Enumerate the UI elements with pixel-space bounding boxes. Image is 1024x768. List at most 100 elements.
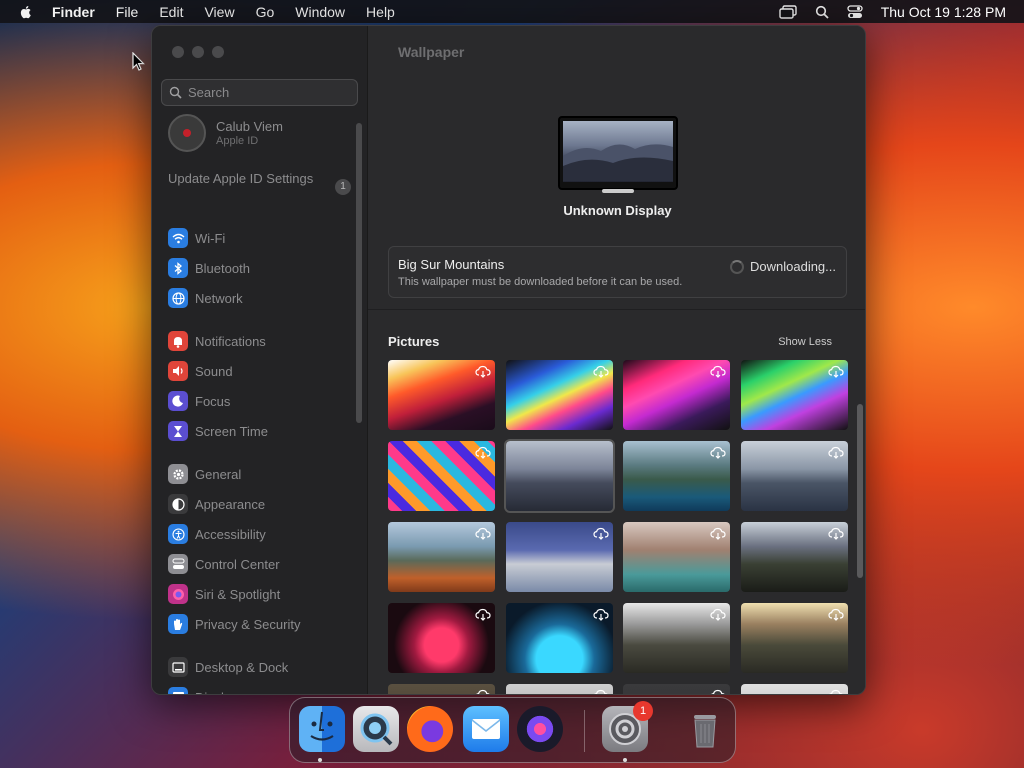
- bluetooth-icon: [168, 258, 188, 278]
- wallpaper-note: This wallpaper must be downloaded before…: [398, 276, 683, 288]
- wallpaper-thumbnail[interactable]: [740, 684, 848, 694]
- sidebar-item-screen-time[interactable]: Screen Time: [168, 416, 348, 446]
- sidebar-item-bluetooth[interactable]: Bluetooth: [168, 253, 348, 283]
- dock-trash[interactable]: [682, 706, 728, 752]
- wallpaper-thumbnail[interactable]: [505, 360, 613, 430]
- wallpaper-thumbnail[interactable]: [740, 522, 848, 592]
- menu-app-name[interactable]: Finder: [52, 4, 95, 20]
- sidebar-item-label: Focus: [195, 393, 231, 409]
- search-input[interactable]: [188, 85, 348, 100]
- sidebar-item-general[interactable]: General: [168, 459, 348, 489]
- apple-id-profile[interactable]: Calub Viem Apple ID: [168, 114, 283, 152]
- close-window-button[interactable]: [172, 46, 184, 58]
- sidebar-item-label: Appearance: [195, 496, 266, 512]
- menu-clock[interactable]: Thu Oct 19 1:28 PM: [881, 4, 1006, 20]
- download-status-label: Downloading...: [750, 259, 836, 274]
- dock-separator: [584, 710, 585, 752]
- screen-mirroring-icon[interactable]: [779, 4, 797, 19]
- dock-firefox[interactable]: [407, 706, 453, 752]
- cloud-download-icon: [592, 525, 609, 544]
- menu-help[interactable]: Help: [366, 4, 395, 20]
- sidebar-item-label: Wi-Fi: [195, 230, 226, 246]
- wallpaper-thumbnail[interactable]: [505, 684, 613, 694]
- profile-name: Calub Viem: [216, 119, 283, 134]
- cloud-download-icon: [475, 525, 491, 544]
- cloud-download-icon: [710, 525, 726, 544]
- wallpaper-thumbnail[interactable]: [740, 603, 848, 673]
- wallpaper-thumbnail[interactable]: [505, 522, 613, 592]
- sidebar-item-accessibility[interactable]: Accessibility: [168, 519, 348, 549]
- pictures-section-title: Pictures: [388, 334, 440, 349]
- dock-siri[interactable]: [517, 706, 563, 752]
- display-icon: [168, 687, 188, 694]
- wallpaper-thumbnail[interactable]: [388, 684, 495, 694]
- cloud-download-icon: [710, 444, 726, 463]
- menu-edit[interactable]: Edit: [159, 4, 183, 20]
- sidebar-item-appearance[interactable]: Appearance: [168, 489, 348, 519]
- wallpaper-thumbnail[interactable]: [623, 441, 730, 511]
- dock-finder[interactable]: [299, 706, 345, 752]
- sidebar-scrollbar[interactable]: [356, 123, 362, 423]
- gear-icon: [168, 464, 188, 484]
- dock: 1: [289, 697, 736, 763]
- dock-icon: [168, 657, 188, 677]
- sidebar-item-label: Desktop & Dock: [195, 659, 289, 675]
- cloud-download-icon: [475, 444, 491, 463]
- wallpaper-thumbnail[interactable]: [503, 439, 615, 513]
- wallpaper-grid: [388, 360, 848, 694]
- wallpaper-thumbnail[interactable]: [388, 522, 495, 592]
- sidebar-item-wi-fi[interactable]: Wi-Fi: [168, 223, 348, 253]
- sidebar-item-sound[interactable]: Sound: [168, 356, 348, 386]
- sidebar-nav: Wi-Fi Bluetooth Network Notifications Sound F…: [168, 223, 348, 694]
- cloud-download-icon: [710, 687, 726, 694]
- zoom-window-button[interactable]: [212, 46, 224, 58]
- system-settings-window: Calub Viem Apple ID Update Apple ID Sett…: [151, 25, 866, 695]
- page-title: Wallpaper: [398, 44, 465, 60]
- wallpaper-thumbnail[interactable]: [623, 684, 730, 694]
- wallpaper-name: Big Sur Mountains: [398, 257, 505, 272]
- hourglass-icon: [168, 421, 188, 441]
- sidebar-item-siri-spotlight[interactable]: Siri & Spotlight: [168, 579, 348, 609]
- spotlight-search-icon[interactable]: [815, 5, 829, 19]
- sidebar-item-network[interactable]: Network: [168, 283, 348, 313]
- update-apple-id-item[interactable]: Update Apple ID Settings 1: [168, 171, 351, 195]
- wallpaper-thumbnail[interactable]: [505, 603, 613, 673]
- apple-menu-icon[interactable]: [18, 4, 34, 20]
- sidebar-item-privacy-security[interactable]: Privacy & Security: [168, 609, 348, 639]
- menu-view[interactable]: View: [204, 4, 234, 20]
- control-center-icon[interactable]: [847, 4, 863, 19]
- wallpaper-thumbnail[interactable]: [388, 360, 495, 430]
- dock-quicktime[interactable]: [353, 706, 399, 752]
- dock-mail[interactable]: [463, 706, 509, 752]
- sidebar-item-control-center[interactable]: Control Center: [168, 549, 348, 579]
- sidebar-item-label: Network: [195, 290, 243, 306]
- speaker-icon: [168, 361, 188, 381]
- menu-file[interactable]: File: [116, 4, 139, 20]
- wallpaper-thumbnail[interactable]: [623, 603, 730, 673]
- wallpaper-thumbnail[interactable]: [388, 603, 495, 673]
- wallpaper-thumbnail[interactable]: [740, 441, 848, 511]
- pane-scrollbar[interactable]: [857, 404, 863, 578]
- display-name: Unknown Display: [563, 203, 672, 218]
- control-center-icon: [168, 554, 188, 574]
- search-field[interactable]: [161, 79, 358, 106]
- wallpaper-thumbnail[interactable]: [623, 522, 730, 592]
- cloud-download-icon: [475, 687, 491, 694]
- sidebar-item-desktop-dock[interactable]: Desktop & Dock: [168, 652, 348, 682]
- show-less-button[interactable]: Show Less: [778, 336, 832, 348]
- sidebar-item-notifications[interactable]: Notifications: [168, 326, 348, 356]
- sidebar-item-displays[interactable]: Displays: [168, 682, 348, 694]
- menu-go[interactable]: Go: [256, 4, 275, 20]
- wifi-icon: [168, 228, 188, 248]
- wallpaper-thumbnail[interactable]: [388, 441, 495, 511]
- hand-icon: [168, 614, 188, 634]
- current-wallpaper-box: Big Sur Mountains This wallpaper must be…: [388, 246, 847, 298]
- minimize-window-button[interactable]: [192, 46, 204, 58]
- wallpaper-thumbnail[interactable]: [623, 360, 730, 430]
- menu-window[interactable]: Window: [295, 4, 345, 20]
- sidebar-item-focus[interactable]: Focus: [168, 386, 348, 416]
- wallpaper-pane: Wallpaper Unknown Display Big Sur Mounta…: [368, 26, 865, 694]
- finder-running-dot: [318, 758, 322, 762]
- wallpaper-thumbnail[interactable]: [740, 360, 848, 430]
